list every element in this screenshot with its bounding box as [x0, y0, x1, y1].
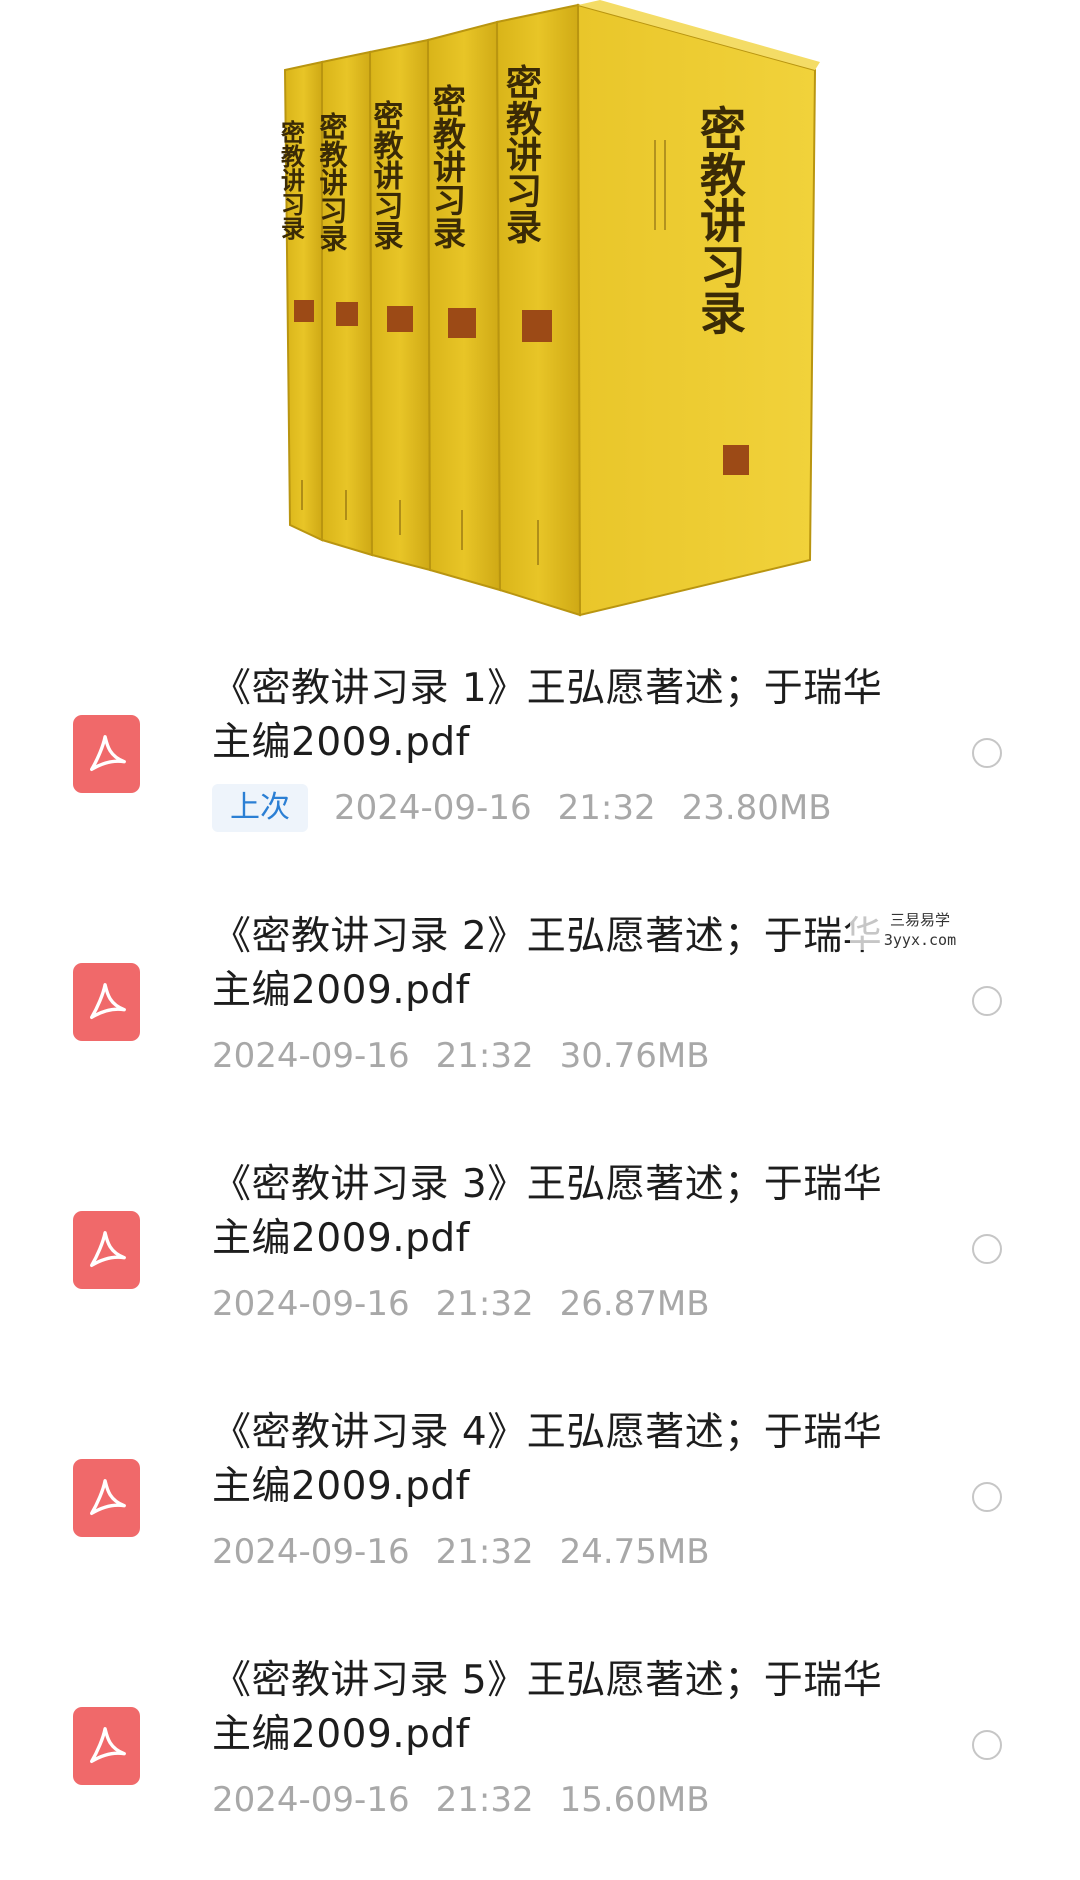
pdf-file-icon: [73, 715, 140, 793]
spine-title-2: 密教讲习录: [316, 111, 349, 252]
file-time: 21:32: [435, 1532, 534, 1572]
file-time: 21:32: [435, 1036, 534, 1076]
front-cover-seal: [723, 445, 749, 475]
file-name[interactable]: 《密教讲习录 1》王弘愿著述；于瑞华主编2009.pdf: [212, 662, 912, 770]
file-row[interactable]: 《密教讲习录 3》王弘愿著述；于瑞华主编2009.pdf 2024-09-16 …: [0, 1136, 1080, 1384]
file-time: 21:32: [557, 788, 656, 828]
select-radio-button[interactable]: [972, 986, 1002, 1016]
pdf-file-icon: [73, 1211, 140, 1289]
front-cover-title: 密教讲习录: [693, 105, 747, 335]
select-radio-button[interactable]: [972, 1234, 1002, 1264]
file-date: 2024-09-16: [212, 1036, 410, 1076]
spine-title-4: 密教讲习录: [428, 83, 467, 249]
select-radio-button[interactable]: [972, 1730, 1002, 1760]
file-name[interactable]: 《密教讲习录 2》王弘愿著述；于瑞华主编2009.pdf: [212, 910, 912, 1018]
watermark-line-1: 三易易学: [889, 911, 950, 929]
file-name[interactable]: 《密教讲习录 4》王弘愿著述；于瑞华主编2009.pdf: [212, 1406, 912, 1514]
pdf-file-icon: [73, 1707, 140, 1785]
file-size: 23.80MB: [681, 788, 832, 828]
pdf-file-icon: [73, 963, 140, 1041]
file-meta: 上次 2024-09-16 21:32 23.80MB: [212, 784, 858, 832]
file-list: 《密教讲习录 1》王弘愿著述；于瑞华主编2009.pdf 上次 2024-09-…: [0, 640, 1080, 1880]
site-watermark: 三易易学 3yyx.com: [850, 910, 990, 950]
file-meta: 2024-09-16 21:32 24.75MB: [212, 1528, 736, 1576]
file-size: 30.76MB: [559, 1036, 710, 1076]
file-meta: 2024-09-16 21:32 26.87MB: [212, 1280, 736, 1328]
file-time: 21:32: [435, 1780, 534, 1820]
file-date: 2024-09-16: [212, 1780, 410, 1820]
file-time: 21:32: [435, 1284, 534, 1324]
book-set-cover-image: 密教讲习录 密教讲习录 密教讲习录 密教讲习录 密教讲习录 密教讲习录: [0, 0, 1080, 640]
spine-title-3: 密教讲习录: [368, 99, 404, 250]
file-size: 15.60MB: [559, 1780, 710, 1820]
pdf-file-icon: [73, 1459, 140, 1537]
file-size: 24.75MB: [559, 1532, 710, 1572]
select-radio-button[interactable]: [972, 1482, 1002, 1512]
file-name[interactable]: 《密教讲习录 3》王弘愿著述；于瑞华主编2009.pdf: [212, 1158, 912, 1266]
file-date: 2024-09-16: [212, 1532, 410, 1572]
file-size: 26.87MB: [559, 1284, 710, 1324]
file-date: 2024-09-16: [334, 788, 532, 828]
file-meta: 2024-09-16 21:32 30.76MB: [212, 1032, 736, 1080]
file-row[interactable]: 《密教讲习录 1》王弘愿著述；于瑞华主编2009.pdf 上次 2024-09-…: [0, 640, 1080, 888]
file-meta: 2024-09-16 21:32 15.60MB: [212, 1776, 736, 1824]
recent-badge: 上次: [212, 784, 308, 832]
watermark-line-2: 3yyx.com: [883, 931, 957, 949]
spine-title-1: 密教讲习录: [277, 119, 306, 241]
spine-title-5: 密教讲习录: [500, 63, 542, 244]
file-date: 2024-09-16: [212, 1284, 410, 1324]
file-name[interactable]: 《密教讲习录 5》王弘愿著述；于瑞华主编2009.pdf: [212, 1654, 912, 1762]
file-row[interactable]: 《密教讲习录 4》王弘愿著述；于瑞华主编2009.pdf 2024-09-16 …: [0, 1384, 1080, 1632]
select-radio-button[interactable]: [972, 738, 1002, 768]
file-row[interactable]: 《密教讲习录 5》王弘愿著述；于瑞华主编2009.pdf 2024-09-16 …: [0, 1632, 1080, 1880]
